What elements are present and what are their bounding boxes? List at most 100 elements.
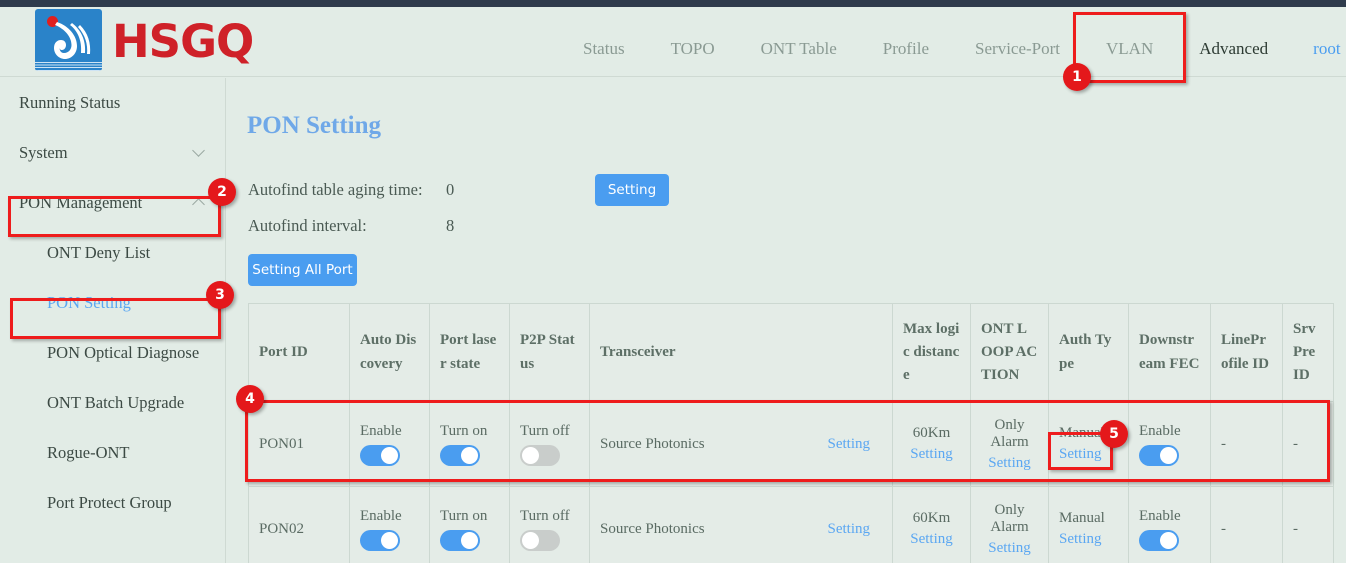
autofind-aging-time-value: 0 (446, 180, 454, 200)
nav-item-vlan[interactable]: VLAN (1083, 14, 1176, 84)
autofind-aging-time-label: Autofind table aging time: (248, 180, 423, 200)
sidebar: Running Status System PON Management ONT… (0, 78, 226, 563)
col-line-profile-id: LineProfile ID (1211, 304, 1283, 402)
sidebar-item-label: System (19, 143, 68, 163)
cell-max-logic-distance: 60Km Setting (893, 402, 971, 487)
col-port-id: Port ID (249, 304, 350, 402)
cell-line-profile-id: - (1211, 402, 1283, 487)
sidebar-item-label: Running Status (19, 93, 120, 113)
port-laser-label: Turn on (440, 423, 487, 440)
table-row-pon01: PON01 Enable Turn on (249, 402, 1334, 487)
p2p-status-toggle[interactable] (520, 530, 560, 551)
max-logic-distance-value: 60Km (913, 510, 951, 527)
cell-port-id: PON01 (249, 402, 350, 487)
col-transceiver: Transceiver (590, 304, 893, 402)
chevron-down-icon (192, 144, 205, 157)
cell-port-laser-state: Turn on (430, 487, 510, 563)
sidebar-item-pon-setting[interactable]: PON Setting (0, 278, 225, 328)
ont-loop-action-setting-link[interactable]: Setting (988, 540, 1031, 557)
cell-ont-loop-action: Only Alarm Setting (971, 402, 1049, 487)
auth-type-setting-link-pon02[interactable]: Setting (1059, 531, 1102, 548)
col-srv-pre-id: SrvPre ID (1283, 304, 1334, 402)
auth-type-value: Manual (1059, 425, 1105, 442)
cell-ont-loop-action: Only Alarm Setting (971, 487, 1049, 563)
cell-downstream-fec: Enable (1129, 487, 1211, 563)
col-p2p-status: P2P Status (510, 304, 590, 402)
nav-item-service-port[interactable]: Service-Port (952, 14, 1083, 84)
nav-item-advanced[interactable]: Advanced (1176, 14, 1291, 84)
top-accent-bar (0, 0, 1346, 7)
p2p-status-label: Turn off (520, 508, 570, 525)
sidebar-item-pon-optical-diagnose[interactable]: PON Optical Diagnose (0, 328, 225, 378)
auto-discovery-toggle[interactable] (360, 530, 400, 551)
col-auth-type: Auth Type (1049, 304, 1129, 402)
sidebar-item-label: ONT Deny List (47, 243, 150, 263)
ont-loop-action-value: Only Alarm (981, 502, 1038, 536)
max-logic-distance-setting-link[interactable]: Setting (910, 531, 953, 548)
downstream-fec-label: Enable (1139, 423, 1181, 440)
ont-loop-action-value: Only Alarm (981, 417, 1038, 451)
auto-discovery-label: Enable (360, 423, 402, 440)
auth-type-setting-link-pon01[interactable]: Setting (1059, 446, 1102, 463)
downstream-fec-toggle[interactable] (1139, 445, 1179, 466)
col-downstream-fec: Downstream FEC (1129, 304, 1211, 402)
brand-name: HSGQ (112, 19, 253, 64)
cell-auth-type: Manual Setting (1049, 402, 1129, 487)
sidebar-item-rogue-ont[interactable]: Rogue-ONT (0, 428, 225, 478)
downstream-fec-toggle[interactable] (1139, 530, 1179, 551)
sidebar-item-label: Rogue-ONT (47, 443, 129, 463)
sidebar-item-label: PON Optical Diagnose (47, 343, 199, 363)
sidebar-item-label: PON Management (19, 193, 142, 213)
transceiver-value: Source Photonics (600, 521, 705, 538)
col-ont-loop-action: ONT LOOP ACTION (971, 304, 1049, 402)
app-root: HSGQ Status TOPO ONT Table Profile Servi… (0, 0, 1346, 563)
auto-discovery-toggle[interactable] (360, 445, 400, 466)
ont-loop-action-setting-link[interactable]: Setting (988, 455, 1031, 472)
cell-p2p-status: Turn off (510, 402, 590, 487)
port-laser-toggle[interactable] (440, 530, 480, 551)
col-port-laser-state: Port laser state (430, 304, 510, 402)
brand-logo[interactable]: HSGQ (35, 9, 253, 71)
table-header-row: Port ID Auto Discovery Port laser state … (249, 304, 1334, 402)
cell-srv-pre-id: - (1283, 402, 1334, 487)
autofind-interval-label: Autofind interval: (248, 216, 367, 236)
cell-port-laser-state: Turn on (430, 402, 510, 487)
nav-item-ont-table[interactable]: ONT Table (738, 14, 860, 84)
logo-stripes-icon (35, 62, 102, 71)
cell-transceiver: Source Photonics Setting (590, 487, 893, 563)
pon-table: Port ID Auto Discovery Port laser state … (248, 303, 1334, 563)
setting-button[interactable]: Setting (595, 174, 669, 206)
nav-item-profile[interactable]: Profile (860, 14, 952, 84)
cell-port-id: PON02 (249, 487, 350, 563)
p2p-status-toggle[interactable] (520, 445, 560, 466)
port-laser-toggle[interactable] (440, 445, 480, 466)
transceiver-setting-link[interactable]: Setting (827, 521, 870, 538)
sidebar-item-port-protect-group[interactable]: Port Protect Group (0, 478, 225, 528)
main-nav: Status TOPO ONT Table Profile Service-Po… (560, 14, 1346, 84)
auto-discovery-label: Enable (360, 508, 402, 525)
page-title: PON Setting (247, 112, 381, 140)
cell-downstream-fec: Enable (1129, 402, 1211, 487)
max-logic-distance-setting-link[interactable]: Setting (910, 446, 953, 463)
autofind-interval-value: 8 (446, 216, 454, 236)
main-content: PON Setting Autofind table aging time: 0… (227, 78, 1346, 563)
nav-item-topo[interactable]: TOPO (648, 14, 738, 84)
sidebar-item-ont-batch-upgrade[interactable]: ONT Batch Upgrade (0, 378, 225, 428)
sidebar-item-pon-management[interactable]: PON Management (0, 178, 225, 228)
col-max-logic-distance: Max logic distance (893, 304, 971, 402)
sidebar-item-label: PON Setting (47, 293, 131, 313)
setting-all-port-button[interactable]: Setting All Port (248, 254, 357, 286)
sidebar-item-running-status[interactable]: Running Status (0, 78, 225, 128)
pon-table-container: Port ID Auto Discovery Port laser state … (248, 303, 1333, 563)
nav-item-status[interactable]: Status (560, 14, 648, 84)
max-logic-distance-value: 60Km (913, 425, 951, 442)
sidebar-item-system[interactable]: System (0, 128, 225, 178)
downstream-fec-label: Enable (1139, 508, 1181, 525)
nav-user-root[interactable]: root (1291, 14, 1346, 84)
cell-line-profile-id: - (1211, 487, 1283, 563)
transceiver-setting-link[interactable]: Setting (827, 436, 870, 453)
auth-type-value: Manual (1059, 510, 1105, 527)
port-laser-label: Turn on (440, 508, 487, 525)
sidebar-item-ont-deny-list[interactable]: ONT Deny List (0, 228, 225, 278)
p2p-status-label: Turn off (520, 423, 570, 440)
